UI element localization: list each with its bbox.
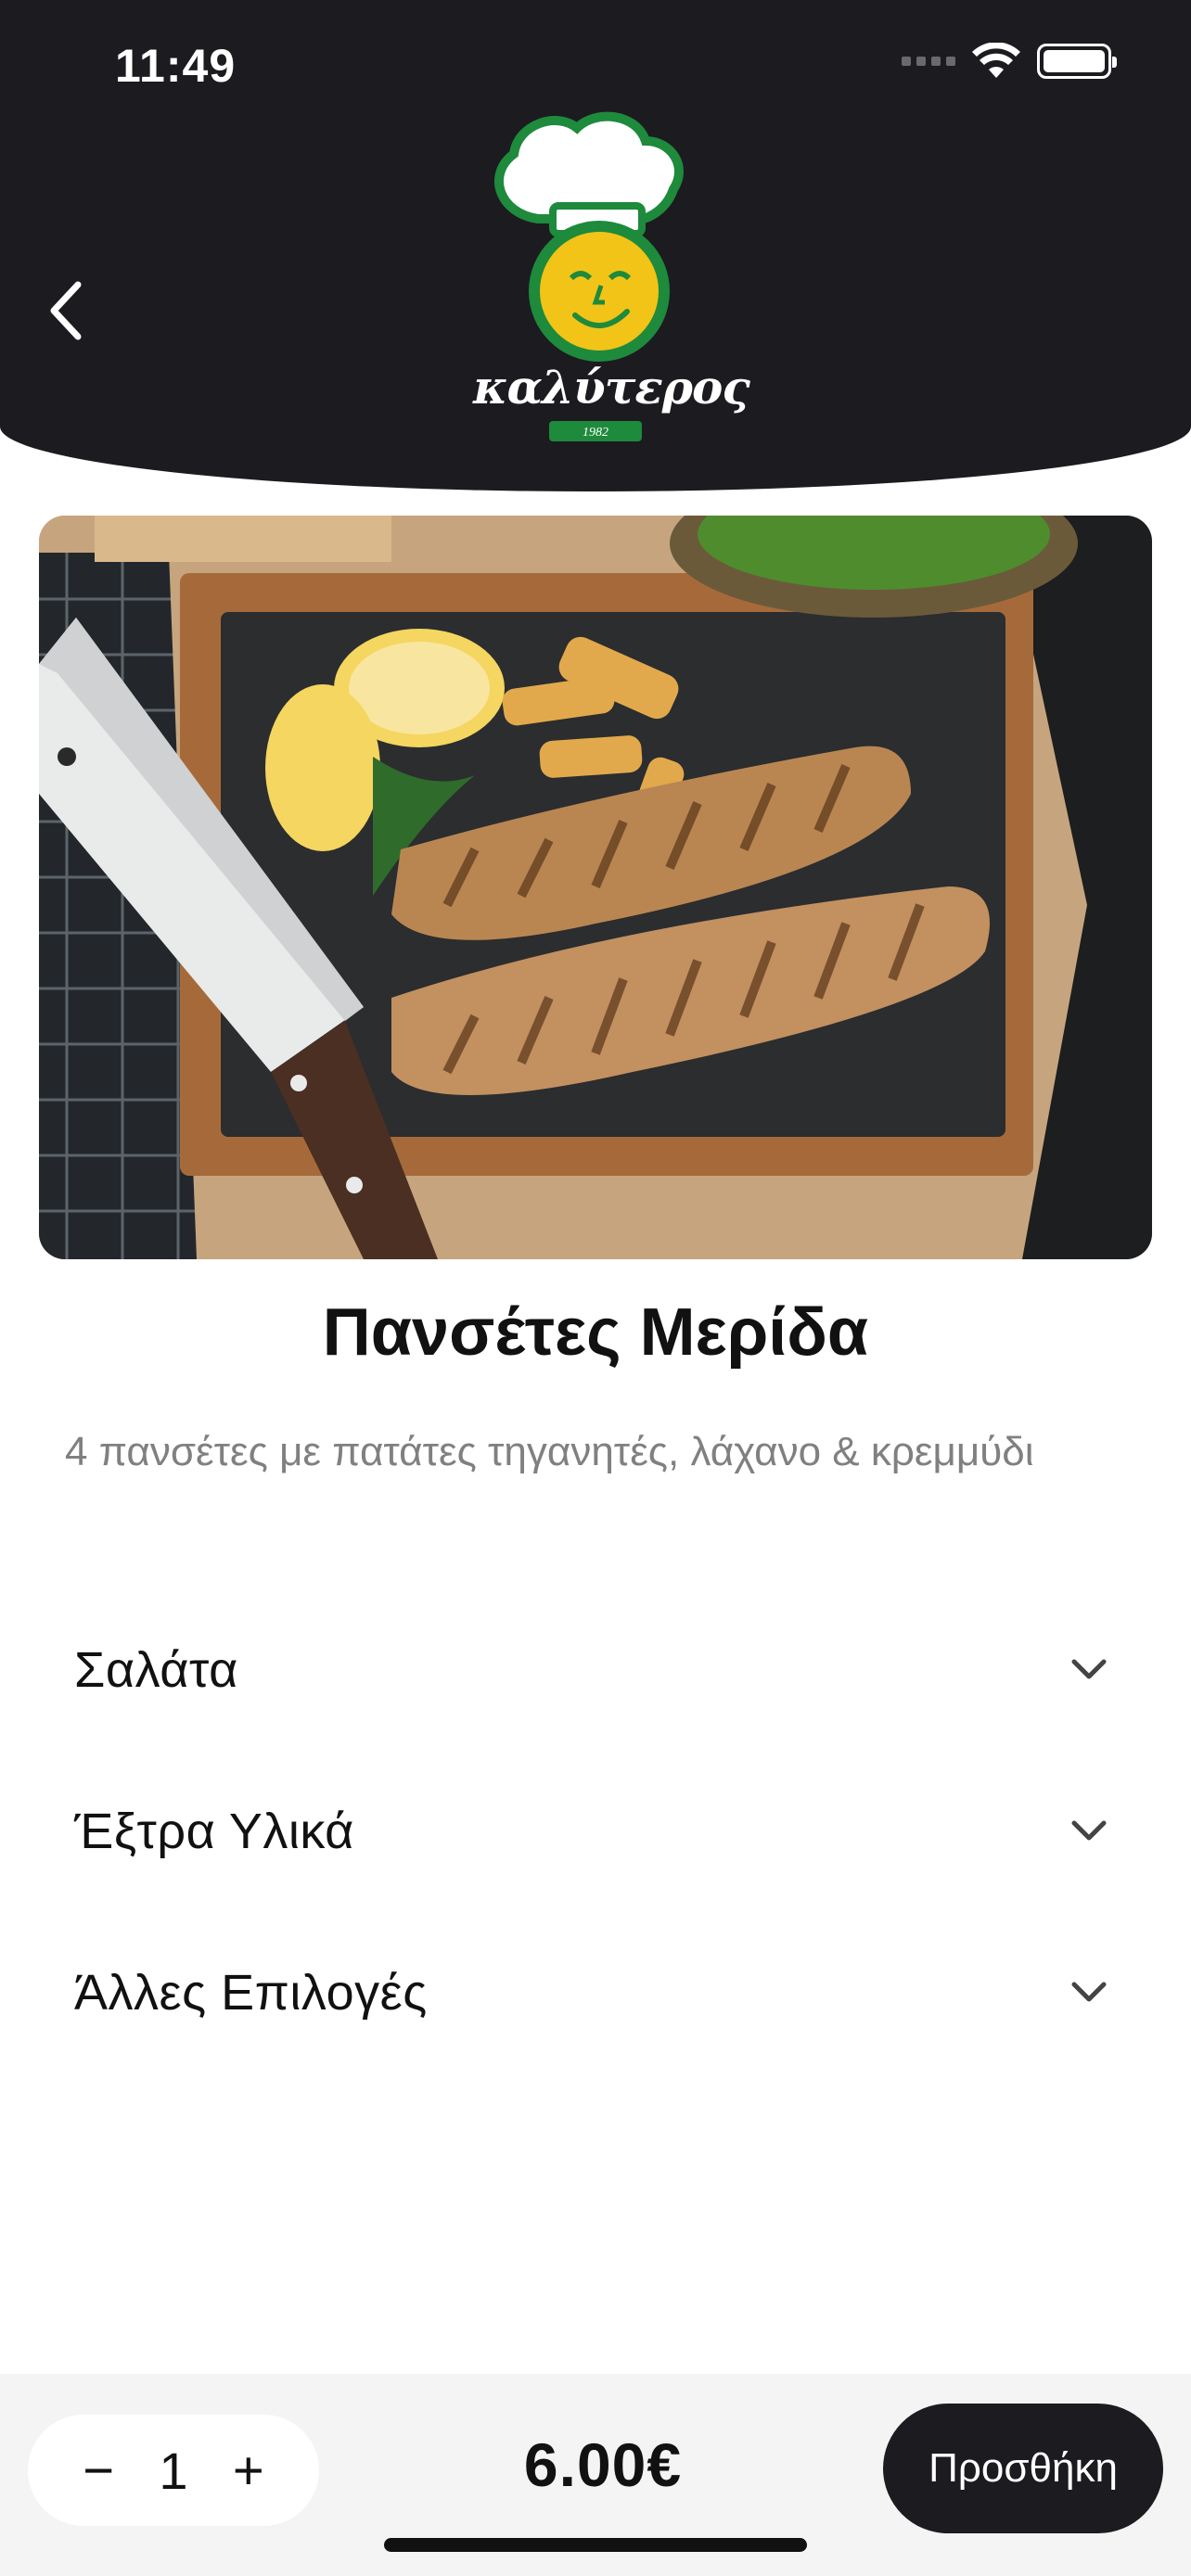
svg-text:1982: 1982 [583,426,608,440]
decrement-button[interactable]: − [66,2438,131,2503]
product-image [39,516,1152,1259]
quantity-value: 1 [159,2441,188,2500]
chevron-down-icon [1061,1804,1117,1859]
product-screen: 11:49 καλύτερος 1982 Πανσέτες Μερίδα 4 π… [0,0,1191,2576]
option-label: Σαλάτα [74,1642,238,1698]
year-badge: 1982 [549,421,642,441]
battery-icon [1037,44,1117,79]
header: 11:49 καλύτερος 1982 [0,0,1191,491]
option-label: Άλλες Επιλογές [74,1965,428,2021]
signal-icon [902,57,955,66]
option-other-choices[interactable]: Άλλες Επιλογές [74,1942,1117,2044]
chevron-left-icon [50,281,82,340]
option-extra-ingredients[interactable]: Έξτρα Υλικά [74,1780,1117,1882]
option-salad[interactable]: Σαλάτα [74,1619,1117,1721]
wifi-icon [972,43,1020,78]
option-label: Έξτρα Υλικά [74,1804,354,1859]
status-time: 11:49 [115,40,237,92]
chef-mascot-icon [494,111,684,362]
brand-logo: καλύτερος 1982 [473,109,750,449]
add-to-cart-button[interactable]: Προσθήκη [883,2404,1163,2533]
back-button[interactable] [28,269,102,352]
brand-wordmark: καλύτερος [473,360,750,414]
increment-button[interactable]: + [216,2438,281,2503]
quantity-stepper: − 1 + [28,2415,319,2526]
price-label: 6.00€ [523,2430,683,2499]
chevron-down-icon [1061,1642,1117,1698]
chevron-down-icon [1061,1965,1117,2021]
status-icons [902,43,1117,80]
product-title: Πανσέτες Μερίδα [322,1295,869,1370]
product-description: 4 πανσέτες με πατάτες τηγανητές, λάχανο … [65,1429,1034,1474]
home-indicator [384,2538,807,2552]
